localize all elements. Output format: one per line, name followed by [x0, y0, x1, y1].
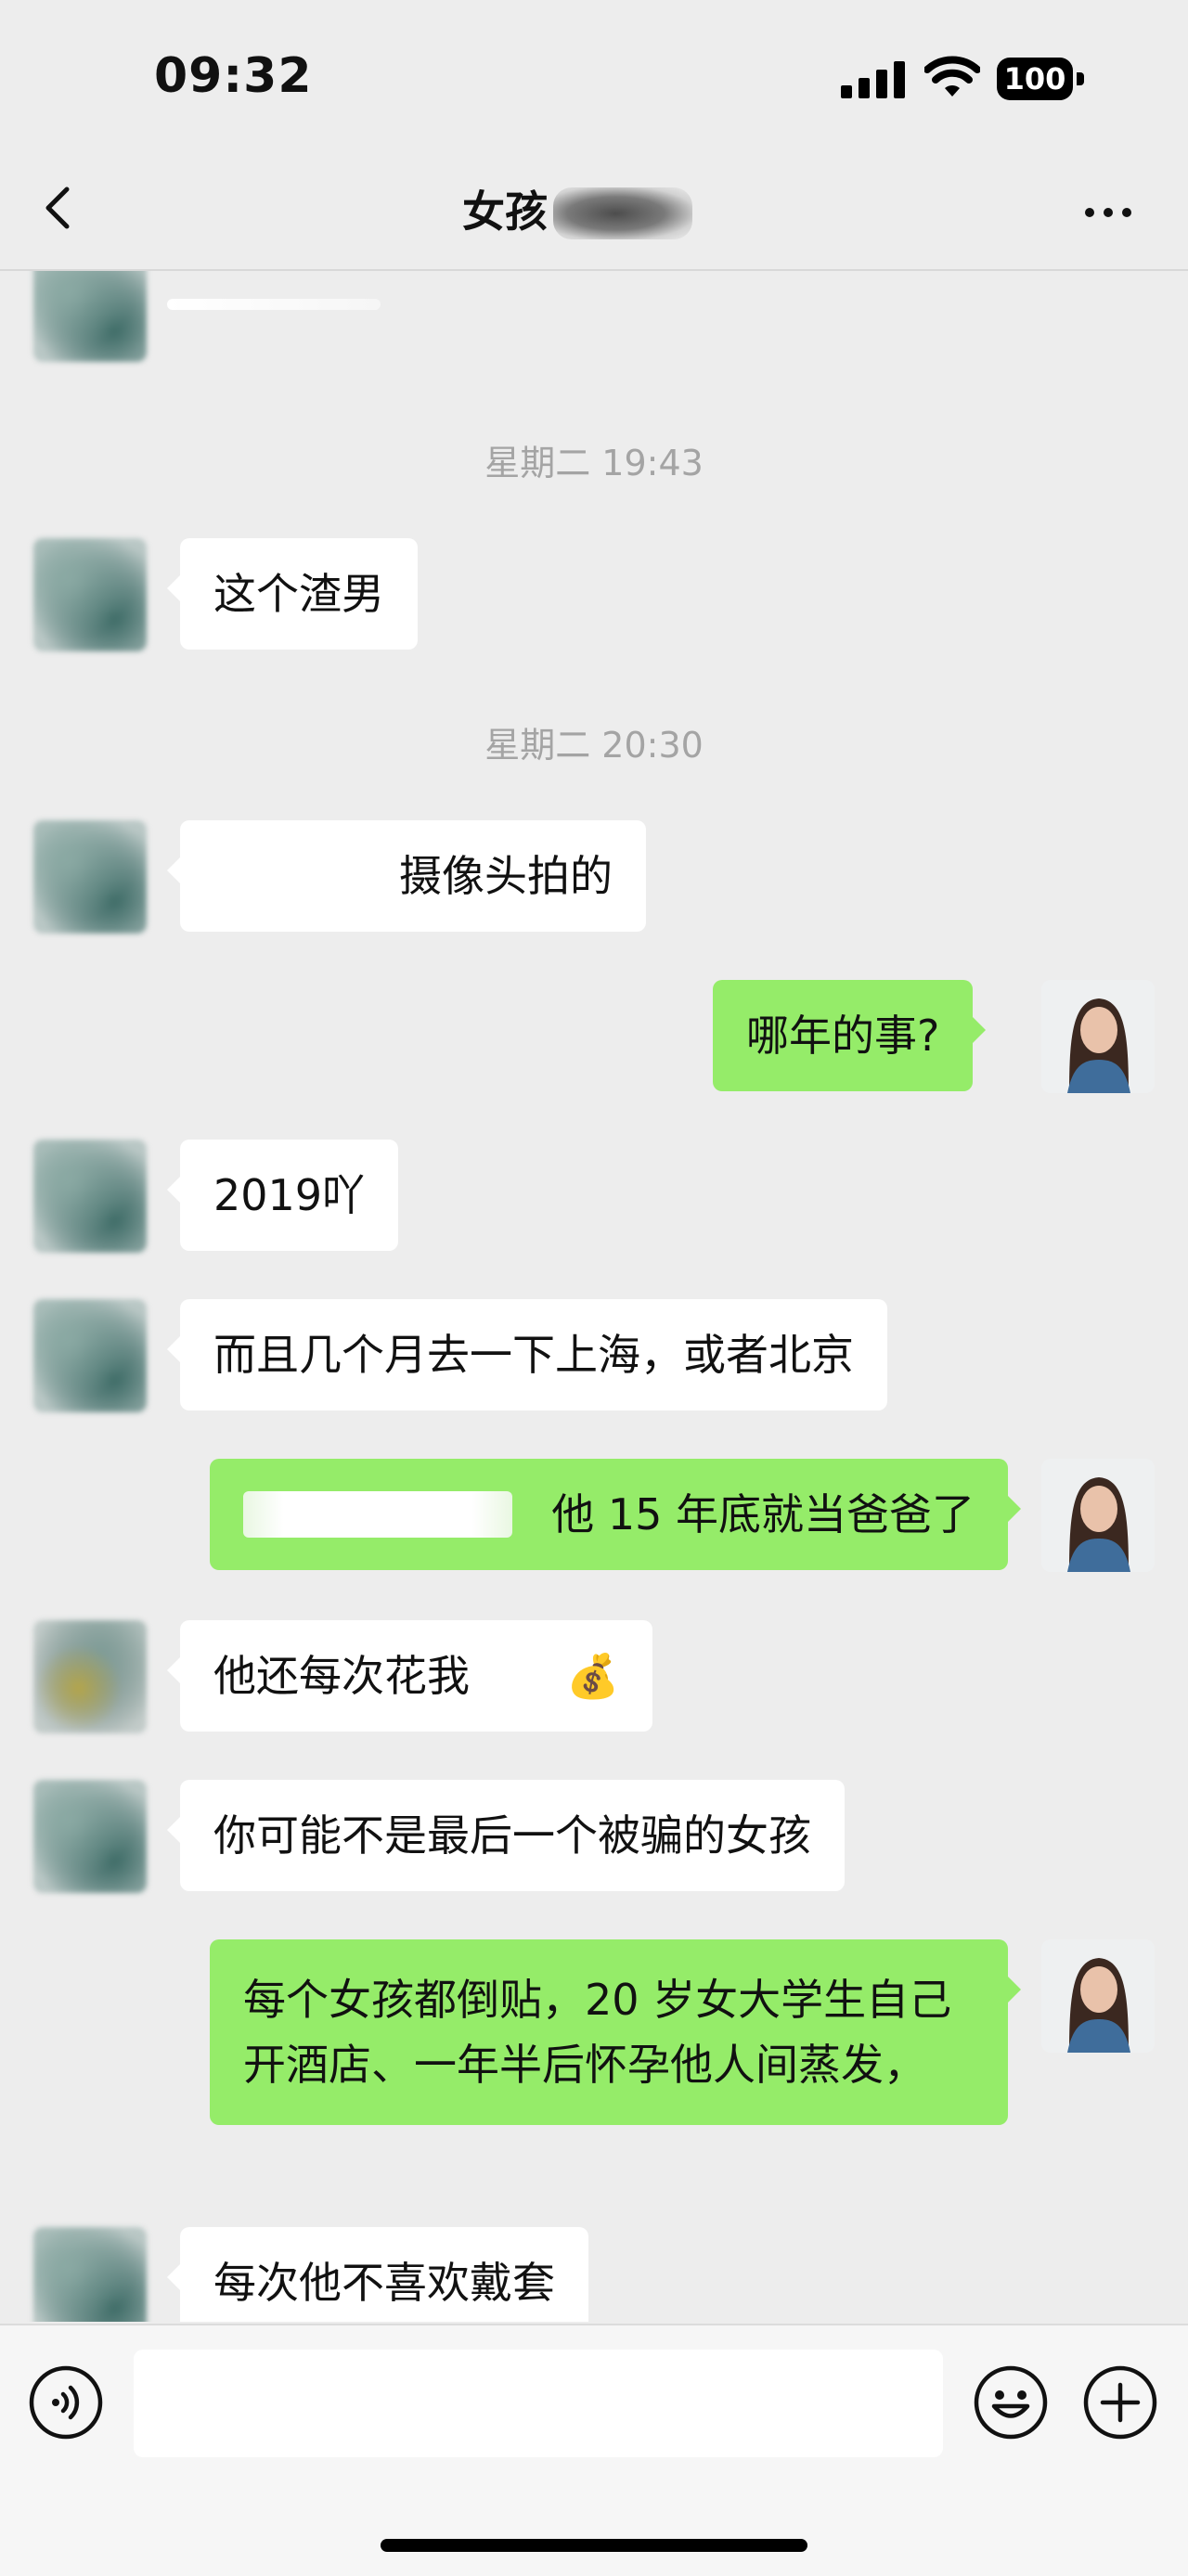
message-text: 每次他不喜欢戴套	[213, 2258, 555, 2308]
message-input[interactable]	[134, 2350, 943, 2457]
redacted-text	[243, 1491, 512, 1538]
home-indicator[interactable]	[381, 2539, 807, 2552]
status-bar: 09:32 100	[0, 0, 1188, 158]
chat-area[interactable]: 星期二 19:43 这个渣男 星期二 20:30 摄像头拍的 哪年的事? 201…	[0, 271, 1188, 2322]
message-bubble[interactable]: 每个女孩都倒贴，20 岁女大学生自己开酒店、一年半后怀孕他人间蒸发，	[210, 1939, 1021, 2125]
battery-icon: 100	[997, 58, 1086, 100]
message-bubble[interactable]: 每次他不喜欢戴套	[167, 2227, 588, 2322]
message-bubble[interactable]: 你可能不是最后一个被骗的女孩	[167, 1780, 845, 1891]
wifi-icon	[924, 56, 980, 97]
contact-avatar[interactable]	[33, 1299, 147, 1412]
voice-icon[interactable]	[28, 2364, 104, 2441]
message-text: 摄像头拍的	[399, 851, 613, 901]
timestamp: 星期二 20:30	[484, 725, 704, 766]
contact-avatar[interactable]	[33, 1620, 147, 1733]
contact-avatar[interactable]	[33, 1140, 147, 1253]
self-avatar[interactable]	[1041, 1939, 1155, 2053]
redacted-text	[213, 856, 399, 903]
message-text: 他 15 年底就当爸爸了	[551, 1489, 975, 1539]
message-bubble[interactable]: 哪年的事?	[713, 980, 987, 1091]
message-text: 他还每次花我	[213, 1651, 470, 1701]
input-bar	[0, 2324, 1188, 2576]
redacted-name	[553, 187, 692, 239]
message-bubble[interactable]: 摄像头拍的	[167, 820, 646, 932]
contact-avatar[interactable]	[33, 1780, 147, 1893]
signal-icon	[841, 61, 905, 98]
emoji-icon[interactable]	[973, 2364, 1049, 2441]
chat-header: 女孩	[0, 158, 1188, 271]
self-avatar[interactable]	[1041, 980, 1155, 1093]
contact-avatar[interactable]	[33, 820, 147, 934]
contact-avatar[interactable]	[33, 271, 147, 362]
chat-title: 女孩	[462, 184, 692, 239]
self-avatar[interactable]	[1041, 1459, 1155, 1572]
message-bubble[interactable]: 他还每次花我 💰	[166, 1620, 653, 1732]
chat-title-text: 女孩	[462, 187, 548, 237]
contact-avatar[interactable]	[33, 2227, 147, 2322]
status-time: 09:32	[154, 48, 313, 104]
message-bubble[interactable]: 而且几个月去一下上海，或者北京	[167, 1299, 887, 1410]
timestamp: 星期二 19:43	[484, 443, 704, 483]
message-bubble[interactable]: 这个渣男	[167, 538, 418, 650]
message-text: 哪年的事?	[746, 1011, 940, 1061]
more-dots-icon[interactable]	[1080, 199, 1136, 226]
chevron-left-icon[interactable]	[33, 180, 89, 236]
money-bag-emoji: 💰	[566, 1651, 620, 1701]
message-text: 你可能不是最后一个被骗的女孩	[213, 1810, 811, 1861]
message-text: 而且几个月去一下上海，或者北京	[213, 1330, 854, 1380]
battery-level: 100	[997, 58, 1073, 100]
message-bubble[interactable]: 2019吖	[166, 1140, 399, 1251]
message-text: 每个女孩都倒贴，20 岁女大学生自己开酒店、一年半后怀孕他人间蒸发，	[243, 1975, 952, 2090]
message-text: 这个渣男	[213, 569, 384, 619]
plus-icon[interactable]	[1082, 2364, 1158, 2441]
redacted-text	[470, 1655, 566, 1703]
hidden-message-fragment	[167, 299, 381, 310]
message-text: 2019吖	[213, 1170, 366, 1220]
message-bubble[interactable]: 他 15 年底就当爸爸了	[210, 1459, 1021, 1570]
contact-avatar[interactable]	[33, 538, 147, 651]
